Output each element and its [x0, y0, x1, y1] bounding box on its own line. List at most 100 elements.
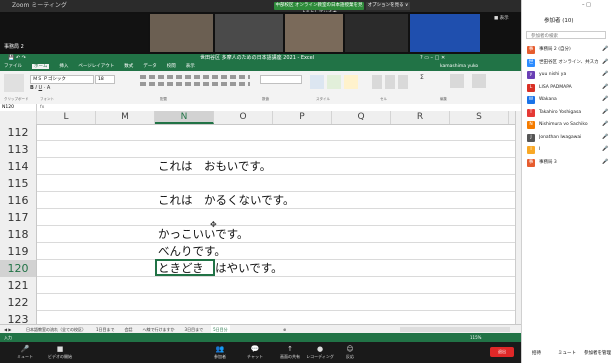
- mic-button[interactable]: 🎤 ミュート: [10, 344, 40, 360]
- participant-avatar: 世: [527, 58, 535, 67]
- participant-item[interactable]: 事事務局 3 🎤: [522, 157, 611, 170]
- participant-item[interactable]: y yuu nishi ya 🎤: [522, 69, 611, 82]
- row-number[interactable]: 118: [0, 226, 37, 243]
- mic-icon: 🎤: [602, 108, 609, 115]
- participant-item[interactable]: T Takahiro Yoshigasa 🎤: [522, 107, 611, 120]
- video-tile[interactable]: 事務局 2: [0, 14, 148, 52]
- ribbon-tab[interactable]: 挿入: [59, 64, 68, 69]
- participant-avatar: 事: [527, 46, 535, 54]
- styles-group[interactable]: [310, 74, 365, 94]
- record-button[interactable]: ● レコーディング: [305, 344, 335, 360]
- video-tile[interactable]: [410, 14, 480, 52]
- column-header[interactable]: L: [37, 111, 96, 124]
- paste-button[interactable]: [4, 74, 24, 92]
- sidebar-window-controls[interactable]: – □: [582, 2, 591, 8]
- row-number[interactable]: 122: [0, 294, 37, 311]
- horizontal-scrollbar[interactable]: [400, 327, 510, 332]
- row-number[interactable]: 117: [0, 209, 37, 226]
- excel-window-controls[interactable]: ? ▭ – □ ✕: [420, 54, 445, 63]
- reactions-button[interactable]: ☺ 反応: [335, 344, 365, 360]
- view-options-button[interactable]: オプションを見る ∨: [366, 2, 410, 10]
- column-header[interactable]: S: [450, 111, 509, 124]
- column-header[interactable]: P: [273, 111, 332, 124]
- autosum-button[interactable]: Σ: [420, 74, 424, 81]
- participant-name: I: [539, 147, 541, 152]
- participant-avatar: y: [527, 71, 535, 79]
- row-number[interactable]: 116: [0, 192, 37, 209]
- table-row: 114 これは おもいです。: [0, 158, 515, 175]
- name-box[interactable]: N120: [2, 104, 37, 111]
- participants-footer-button[interactable]: 招待: [532, 350, 541, 356]
- ribbon-tab[interactable]: ページレイアウト: [78, 64, 114, 69]
- row-number[interactable]: 121: [0, 277, 37, 294]
- video-button[interactable]: ■ ビデオの開始: [45, 344, 75, 360]
- excel-user-name[interactable]: kamashima yuko: [440, 63, 478, 71]
- participants-button[interactable]: 👥 参加者: [205, 344, 235, 360]
- participant-item[interactable]: J Jonathan Iwagawai 🎤: [522, 132, 611, 145]
- ribbon-tabs: ファイル ホーム 挿入 ページレイアウト 数式 データ 校閲 表示 kamashima yuk…: [0, 63, 521, 71]
- ribbon-tab[interactable]: ファイル: [4, 64, 22, 69]
- control-label: 反応: [346, 354, 354, 359]
- screen-share-banner: 中部校区 オンライン教室の日本語授業を見ようとしています: [274, 2, 364, 16]
- column-header-row: LMNOPQRS: [0, 111, 521, 125]
- video-tile[interactable]: [345, 14, 408, 52]
- share-button[interactable]: ↑ 画面の共有: [275, 344, 305, 360]
- video-tile[interactable]: [150, 14, 213, 52]
- cell-text[interactable]: かっこいいです。: [158, 226, 249, 243]
- table-row: 112: [0, 124, 515, 141]
- ribbon-tab[interactable]: ホーム: [32, 64, 50, 69]
- participant-name: 事務局 3: [539, 159, 557, 165]
- column-header[interactable]: M: [96, 111, 155, 124]
- cell-text[interactable]: これは かるくないです。: [158, 192, 295, 209]
- ribbon-tab[interactable]: 校閲: [167, 64, 176, 69]
- ribbon-tab[interactable]: データ: [143, 64, 157, 69]
- zoom-level[interactable]: 115%: [470, 333, 481, 342]
- font-size-select[interactable]: 18: [95, 75, 115, 84]
- participant-item[interactable]: I I 🎤: [522, 144, 611, 157]
- alignment-group[interactable]: [140, 75, 250, 93]
- row-number[interactable]: 113: [0, 141, 37, 158]
- column-header[interactable]: Q: [332, 111, 391, 124]
- sort-filter-button[interactable]: [450, 74, 464, 88]
- mic-icon: 🎤: [602, 133, 609, 140]
- active-cell-outline: [155, 259, 215, 276]
- mic-icon: 🎤: [602, 71, 609, 77]
- participant-name: 事務局 2 (自分): [539, 47, 571, 52]
- font-name-select[interactable]: ＭＳ Ｐゴシック: [30, 75, 94, 84]
- cells-group[interactable]: [372, 74, 412, 94]
- participant-item[interactable]: L LISA PADMAPA 🎤: [522, 82, 611, 95]
- worksheet-grid[interactable]: 112 113 114 これは おもいです。 115 116 これは かるくないです。 117…: [0, 124, 521, 328]
- column-header[interactable]: N: [155, 111, 214, 124]
- table-row: 118 かっこいいです。: [0, 226, 515, 243]
- select-all-corner[interactable]: [0, 111, 37, 124]
- excel-quick-access[interactable]: 💾 ↶ ↷: [8, 54, 26, 63]
- row-number[interactable]: 119: [0, 243, 37, 260]
- number-format-select[interactable]: [260, 75, 302, 84]
- cell-text[interactable]: これは おもいです。: [158, 158, 271, 175]
- participants-footer-button[interactable]: ミュート: [558, 350, 576, 356]
- cell-text[interactable]: べんりです。: [158, 243, 226, 260]
- find-select-button[interactable]: [472, 74, 486, 88]
- participant-item[interactable]: 事事務局 2 (自分) 🎤: [522, 44, 611, 57]
- participant-item[interactable]: N Nishimura vo Sachiko 🎤: [522, 119, 611, 132]
- column-header[interactable]: R: [391, 111, 450, 124]
- participant-search-input[interactable]: [526, 31, 606, 39]
- leave-button[interactable]: 退出: [490, 347, 514, 357]
- participant-item[interactable]: 世世田谷区 オンライン、共スカ 🎤: [522, 57, 611, 70]
- view-toggle-button[interactable]: ■ 表示: [494, 15, 509, 21]
- ribbon-tab[interactable]: 表示: [186, 64, 195, 69]
- participants-footer-button[interactable]: 参加者を管理: [584, 350, 611, 356]
- row-number[interactable]: 120: [0, 260, 37, 277]
- video-tile[interactable]: [285, 14, 343, 52]
- row-number[interactable]: 115: [0, 175, 37, 192]
- video-tile[interactable]: [215, 14, 283, 52]
- row-number[interactable]: 112: [0, 124, 37, 141]
- chat-button[interactable]: 💬 チャット: [240, 344, 270, 360]
- font-format-buttons[interactable]: B I U · A: [30, 85, 50, 91]
- ribbon-tab[interactable]: 数式: [124, 64, 133, 69]
- column-header[interactable]: O: [214, 111, 273, 124]
- row-number[interactable]: 114: [0, 158, 37, 175]
- mouse-cursor-icon: ✥: [210, 220, 217, 229]
- mic-icon: 🎤: [602, 158, 609, 165]
- participant-item[interactable]: W Wakana 🎤: [522, 94, 611, 107]
